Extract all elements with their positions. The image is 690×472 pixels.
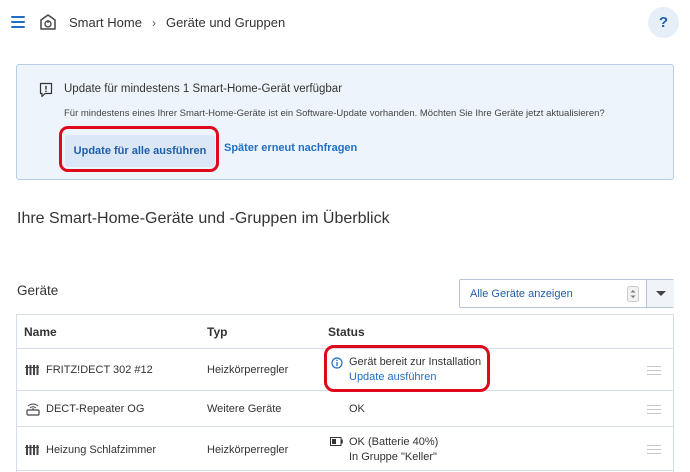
table-row[interactable]: Heizung Schlafzimmer Heizkörperregler OK… [17, 427, 673, 471]
update-notice: Update für mindestens 1 Smart-Home-Gerät… [16, 64, 674, 180]
column-name[interactable]: Name [24, 325, 57, 339]
chevron-down-icon[interactable] [646, 280, 674, 307]
update-device-link[interactable]: Update ausführen [349, 371, 436, 383]
device-status: Gerät bereit zur Installation [349, 356, 482, 368]
battery-icon [330, 437, 343, 446]
device-type: Weitere Geräte [207, 403, 282, 415]
info-icon [331, 357, 343, 369]
breadcrumb-current: Geräte und Gruppen [165, 15, 286, 30]
device-name[interactable]: FRITZ!DECT 302 #12 [46, 364, 153, 376]
help-button[interactable]: ? [648, 7, 679, 38]
device-type: Heizkörperregler [207, 444, 289, 456]
column-type[interactable]: Typ [207, 325, 227, 339]
devices-table: Name Typ Status FRITZ!DECT 302 #12 Heizk… [16, 314, 674, 472]
menu-icon[interactable] [11, 15, 27, 29]
smart-home-icon [40, 14, 56, 30]
device-name[interactable]: DECT-Repeater OG [46, 403, 144, 415]
notice-text: Für mindestens eines Ihrer Smart-Home-Ge… [64, 108, 605, 119]
breadcrumb: Smart Home › Geräte und Gruppen [69, 15, 285, 30]
device-name[interactable]: Heizung Schlafzimmer [46, 444, 156, 456]
column-status[interactable]: Status [328, 325, 365, 339]
update-all-button[interactable]: Update für alle ausführen [65, 135, 215, 167]
remind-later-button[interactable]: Später erneut nachfragen [224, 142, 357, 154]
device-filter-select[interactable]: Alle Geräte anzeigen [459, 279, 674, 308]
table-row[interactable]: FRITZ!DECT 302 #12 Heizkörperregler Gerä… [17, 349, 673, 391]
radiator-icon [25, 365, 39, 375]
top-bar: Smart Home › Geräte und Gruppen ? [0, 0, 690, 46]
device-status: OK (Batterie 40%) [349, 436, 439, 448]
breadcrumb-home[interactable]: Smart Home [69, 15, 142, 30]
drag-handle-icon[interactable] [647, 405, 661, 414]
spinner-arrows-icon [627, 286, 639, 302]
radiator-icon [25, 445, 39, 455]
table-header: Name Typ Status [17, 315, 673, 349]
notice-title: Update für mindestens 1 Smart-Home-Gerät… [64, 83, 343, 95]
device-type: Heizkörperregler [207, 364, 289, 376]
device-status: OK [349, 403, 365, 415]
drag-handle-icon[interactable] [647, 445, 661, 454]
info-bubble-icon [39, 82, 53, 98]
chevron-right-icon: › [151, 15, 156, 30]
device-group: In Gruppe "Keller" [349, 451, 437, 463]
devices-title: Geräte [17, 283, 59, 298]
overview-title: Ihre Smart-Home-Geräte und -Gruppen im Ü… [17, 210, 390, 227]
repeater-icon [26, 403, 40, 416]
device-filter-value: Alle Geräte anzeigen [470, 288, 573, 300]
table-row[interactable]: DECT-Repeater OG Weitere Geräte OK [17, 391, 673, 427]
drag-handle-icon[interactable] [647, 366, 661, 375]
